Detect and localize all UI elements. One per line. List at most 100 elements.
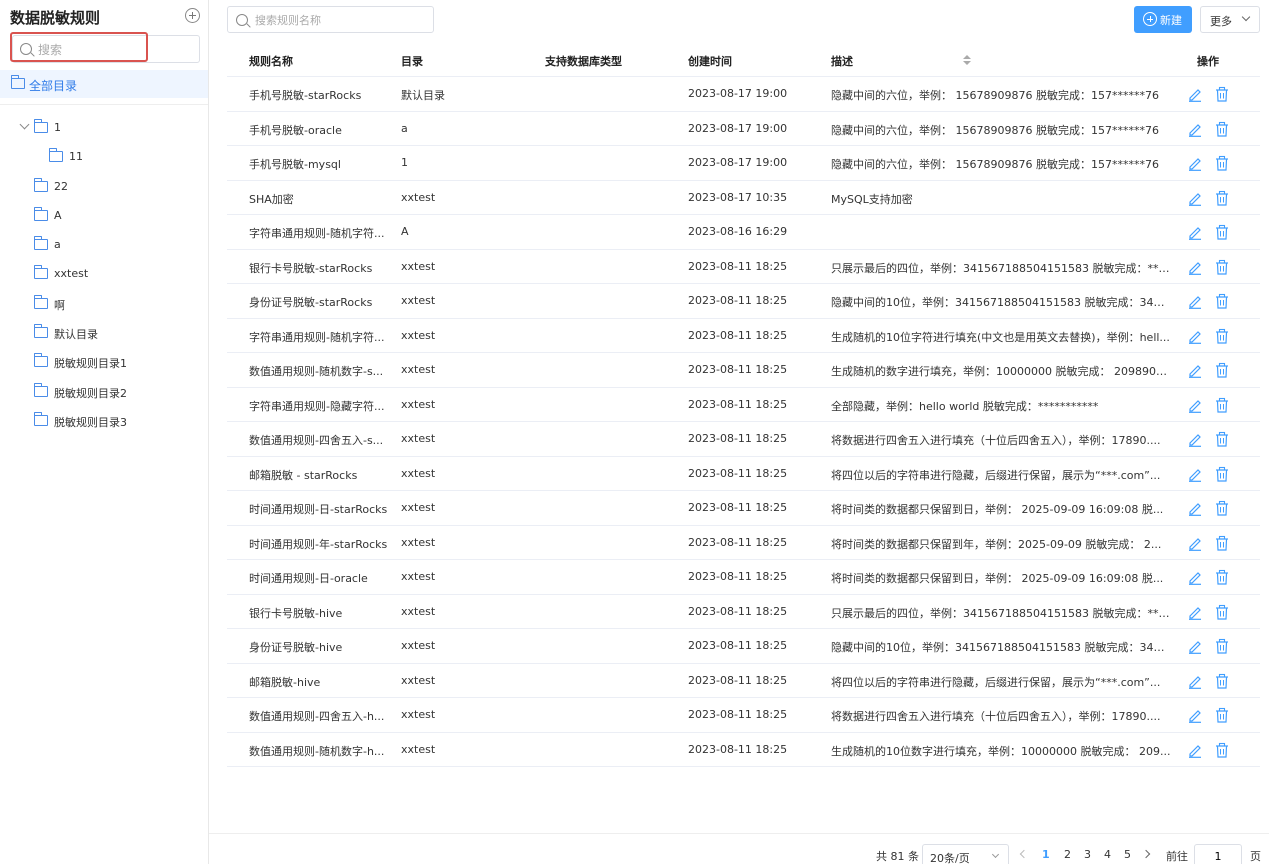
edit-icon[interactable] (1187, 86, 1203, 102)
page-number[interactable]: 3 (1084, 848, 1091, 861)
row-actions (1187, 293, 1237, 309)
page-number[interactable]: 4 (1104, 848, 1111, 861)
table-row[interactable]: 手机号脱敏-mysql1MySQL2023-08-17 19:00隐藏中间的六位… (227, 146, 1260, 181)
new-rule-button[interactable]: 新建 (1134, 6, 1192, 33)
prev-page-icon[interactable] (1019, 849, 1029, 859)
header-time[interactable]: 创建时间 (688, 53, 732, 69)
page-number[interactable]: 5 (1124, 848, 1131, 861)
goto-page-field[interactable] (1194, 844, 1242, 864)
table-row[interactable]: 时间通用规则-日-starRocksxxtestSTARROCKS2023-08… (227, 491, 1260, 526)
delete-icon[interactable] (1214, 362, 1230, 378)
edit-icon[interactable] (1187, 155, 1203, 171)
delete-icon[interactable] (1214, 328, 1230, 344)
delete-icon[interactable] (1214, 86, 1230, 102)
edit-icon[interactable] (1187, 397, 1203, 413)
edit-icon[interactable] (1187, 190, 1203, 206)
delete-icon[interactable] (1214, 190, 1230, 206)
row-actions (1187, 569, 1237, 585)
page-size-label: 20条/页 (930, 852, 970, 864)
delete-icon[interactable] (1214, 569, 1230, 585)
sidebar-search[interactable] (12, 35, 200, 63)
delete-icon[interactable] (1214, 673, 1230, 689)
page-size-select[interactable]: 20条/页 (922, 844, 1009, 864)
rule-created-time: 2023-08-17 19:00 (688, 121, 788, 135)
sidebar-tree-item[interactable]: 11 (49, 147, 200, 167)
edit-icon[interactable] (1187, 466, 1203, 482)
edit-icon[interactable] (1187, 293, 1203, 309)
next-page-icon[interactable] (1141, 849, 1151, 859)
delete-icon[interactable] (1214, 742, 1230, 758)
sidebar-tree-item[interactable]: 啊 (34, 294, 200, 314)
more-dropdown[interactable]: 更多 (1200, 6, 1260, 33)
delete-icon[interactable] (1214, 604, 1230, 620)
edit-icon[interactable] (1187, 328, 1203, 344)
delete-icon[interactable] (1214, 638, 1230, 654)
table-row[interactable]: 时间通用规则-年-starRocksxxtestSTARROCKS2023-08… (227, 526, 1260, 560)
sidebar-tree-item[interactable]: a (34, 235, 200, 255)
sidebar-tree-item[interactable]: 脱敏规则目录2 (34, 382, 200, 402)
table-row[interactable]: 数值通用规则-随机数字-s...xxtestSTARROCKS2023-08-1… (227, 353, 1260, 388)
rule-search-input[interactable] (255, 11, 425, 29)
table-row[interactable]: 身份证号脱敏-starRocksxxtestSTARROCKS2023-08-1… (227, 284, 1260, 319)
row-actions (1187, 466, 1237, 482)
delete-icon[interactable] (1214, 155, 1230, 171)
table-row[interactable]: 字符串通用规则-随机字符...AOracle2023-08-16 16:29 (227, 215, 1260, 250)
edit-icon[interactable] (1187, 707, 1203, 723)
rule-name: 身份证号脱敏-starRocks (249, 296, 373, 309)
sidebar-item-all[interactable]: 全部目录 (0, 70, 208, 98)
table-row[interactable]: 字符串通用规则-隐藏字符...xxtestSTARROCKS2023-08-11… (227, 388, 1260, 422)
edit-icon[interactable] (1187, 362, 1203, 378)
rule-search[interactable] (227, 6, 434, 33)
table-row[interactable]: 邮箱脱敏-hivexxtestHive2023-08-11 18:25将四位以后… (227, 664, 1260, 698)
edit-icon[interactable] (1187, 638, 1203, 654)
delete-icon[interactable] (1214, 293, 1230, 309)
table-row[interactable]: 字符串通用规则-随机字符...xxtestSTARROCKS2023-08-11… (227, 319, 1260, 353)
delete-icon[interactable] (1214, 707, 1230, 723)
sidebar-tree-item[interactable]: 默认目录 (34, 323, 200, 343)
edit-icon[interactable] (1187, 535, 1203, 551)
edit-icon[interactable] (1187, 673, 1203, 689)
edit-icon[interactable] (1187, 604, 1203, 620)
rule-name: 字符串通用规则-随机字符... (249, 330, 385, 344)
delete-icon[interactable] (1214, 224, 1230, 240)
delete-icon[interactable] (1214, 121, 1230, 137)
sidebar-tree-item[interactable]: 脱敏规则目录1 (34, 352, 200, 372)
sidebar-search-input[interactable] (38, 40, 193, 60)
sidebar-tree-item[interactable]: 22 (34, 177, 200, 197)
sidebar-tree-item[interactable]: A (34, 206, 200, 226)
table-row[interactable]: 银行卡号脱敏-hivexxtestHive2023-08-11 18:25只展示… (227, 595, 1260, 629)
table-row[interactable]: 手机号脱敏-starRocks默认目录STARROCKS2023-08-17 1… (227, 77, 1260, 112)
table-row[interactable]: 手机号脱敏-oracleaOracle2023-08-17 19:00隐藏中间的… (227, 112, 1260, 146)
table-row[interactable]: 身份证号脱敏-hivexxtestHive2023-08-11 18:25隐藏中… (227, 629, 1260, 664)
sort-icon[interactable] (963, 55, 971, 65)
edit-icon[interactable] (1187, 431, 1203, 447)
delete-icon[interactable] (1214, 500, 1230, 516)
table-row[interactable]: 数值通用规则-四舍五入-s...xxtestSTARROCKS2023-08-1… (227, 422, 1260, 457)
edit-icon[interactable] (1187, 569, 1203, 585)
page-number[interactable]: 2 (1064, 848, 1071, 861)
delete-icon[interactable] (1214, 466, 1230, 482)
edit-icon[interactable] (1187, 259, 1203, 275)
edit-icon[interactable] (1187, 224, 1203, 240)
edit-icon[interactable] (1187, 121, 1203, 137)
add-folder-icon[interactable] (185, 8, 200, 23)
delete-icon[interactable] (1214, 535, 1230, 551)
table-row[interactable]: 银行卡号脱敏-starRocksxxtestSTARROCKS2023-08-1… (227, 250, 1260, 284)
table-row[interactable]: 数值通用规则-四舍五入-h...xxtestHive2023-08-11 18:… (227, 698, 1260, 733)
delete-icon[interactable] (1214, 397, 1230, 413)
edit-icon[interactable] (1187, 742, 1203, 758)
delete-icon[interactable] (1214, 431, 1230, 447)
rule-created-time: 2023-08-11 18:25 (688, 570, 788, 583)
chevron-down-icon[interactable] (19, 119, 30, 130)
goto-page-input[interactable] (1195, 845, 1241, 864)
table-row[interactable]: 数值通用规则-随机数字-h...xxtestHive2023-08-11 18:… (227, 733, 1260, 767)
sidebar-tree-item[interactable]: 脱敏规则目录3 (34, 411, 200, 431)
edit-icon[interactable] (1187, 500, 1203, 516)
sidebar-tree-item[interactable]: 1 (34, 118, 200, 138)
table-row[interactable]: 邮箱脱敏 - starRocksxxtestSTARROCKS2023-08-1… (227, 457, 1260, 491)
page-number[interactable]: 1 (1042, 848, 1050, 861)
delete-icon[interactable] (1214, 259, 1230, 275)
table-row[interactable]: 时间通用规则-日-oraclexxtestOracle2023-08-11 18… (227, 560, 1260, 595)
sidebar-tree-item[interactable]: xxtest (34, 264, 200, 284)
table-row[interactable]: SHA加密xxtestMySQL2023-08-17 10:35MySQL支持加… (227, 181, 1260, 215)
